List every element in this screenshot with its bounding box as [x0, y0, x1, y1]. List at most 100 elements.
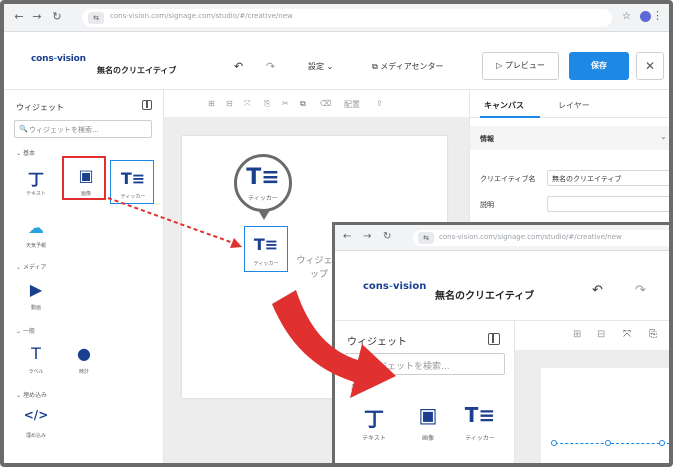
paste-icon[interactable]: ⧉: [300, 99, 306, 109]
section-general[interactable]: ⌄ 一般: [16, 326, 35, 335]
code-icon: </>: [23, 408, 49, 422]
widget-weather[interactable]: ☁ 天気予報: [14, 210, 58, 254]
tab-layer[interactable]: レイヤー: [558, 100, 590, 111]
export-icon[interactable]: ⇪: [376, 99, 383, 108]
widget-video[interactable]: ▶ 動画: [14, 272, 58, 316]
undo-icon[interactable]: ↶: [592, 283, 603, 298]
ticker-widget-icon: T≡: [464, 403, 496, 427]
creative-title[interactable]: 無名のクリエイティブ: [97, 65, 176, 76]
inset-widget-panel-title: ウィジェット: [347, 337, 407, 348]
distribute-icon[interactable]: ⊟: [226, 99, 233, 108]
arrange-button[interactable]: 配置: [344, 99, 360, 110]
creative-name-label: クリエイティブ名: [480, 175, 536, 183]
zoomed-inset: ← → ↻ ⇆ cons-vision.com/signage.com/stud…: [332, 222, 669, 463]
resize-handle[interactable]: [659, 440, 665, 446]
video-widget-icon: ▶: [29, 280, 43, 299]
inset-design-canvas[interactable]: [541, 368, 669, 463]
fit-icon[interactable]: ⤧: [244, 99, 250, 109]
widget-panel: ウィジェット 🔍 ウィジェットを検索... ⌄ 基本 丁 テキスト ▣ 画像 T…: [4, 90, 164, 463]
tab-canvas[interactable]: キャンバス: [484, 100, 524, 111]
browser-toolbar: ← → ↻ ⇆ cons-vision.com/signage.com/stud…: [4, 4, 669, 32]
distribute-icon[interactable]: ⊟: [597, 329, 605, 340]
site-info-icon[interactable]: ⇆: [418, 232, 434, 244]
ticker-widget-icon: T≡: [253, 235, 279, 254]
media-icon: ⧉: [372, 62, 378, 71]
dropped-ticker-widget[interactable]: T≡ ティッカー: [244, 226, 288, 272]
canvas-toolbar: ⊞ ⊟ ⤧ ⎘ ✂ ⧉ ⌫ 配置 ⇪: [164, 90, 469, 118]
reload-icon[interactable]: ↻: [50, 10, 64, 23]
collapse-panel-icon[interactable]: [142, 100, 152, 110]
close-icon: ✕: [644, 59, 656, 73]
back-icon[interactable]: ←: [343, 231, 351, 242]
forward-icon[interactable]: →: [363, 231, 371, 242]
cut-icon[interactable]: ✂: [282, 99, 289, 108]
search-icon: 🔍: [19, 125, 28, 133]
widget-ticker[interactable]: T≡ ティッカー: [110, 160, 154, 204]
description-label: 説明: [480, 201, 494, 209]
creative-name-input[interactable]: 無名のクリエイティブ: [547, 170, 669, 186]
section-embed[interactable]: ⌄ 埋め込み: [16, 390, 47, 399]
image-widget-icon: ▣: [78, 166, 94, 185]
widget-panel-title: ウィジェット: [16, 103, 64, 112]
fit-icon[interactable]: ⤧: [623, 329, 631, 340]
reload-icon[interactable]: ↻: [383, 231, 391, 242]
active-tab-indicator: [480, 116, 540, 118]
inset-address-bar[interactable]: ⇆ cons-vision.com/signage.com/studio/#/c…: [413, 230, 669, 246]
profile-avatar[interactable]: [640, 11, 651, 22]
widget-text[interactable]: 丁 テキスト: [14, 158, 58, 202]
redo-icon[interactable]: ↷: [266, 60, 275, 73]
widget-label[interactable]: T ラベル: [14, 336, 58, 380]
copy-icon[interactable]: ⎘: [649, 329, 657, 340]
widget-search-input[interactable]: 🔍 ウィジェットを検索...: [14, 120, 152, 138]
inset-section-basic[interactable]: 基本: [351, 383, 365, 393]
inset-widget-search-input[interactable]: ウィジェットを検索...: [345, 353, 505, 375]
info-section-header[interactable]: 情報 ⌄: [470, 126, 669, 150]
preview-button[interactable]: ▷ プレビュー: [482, 52, 559, 80]
back-icon[interactable]: ←: [12, 10, 26, 23]
widget-image[interactable]: ▣ 画像: [62, 156, 106, 200]
text-widget-icon: 丁: [364, 407, 384, 431]
cons-vision-logo[interactable]: cons-vision: [31, 54, 86, 64]
resize-handle[interactable]: [605, 440, 611, 446]
widget-embed[interactable]: </> 埋め込み: [14, 400, 58, 444]
text-widget-icon: 丁: [27, 170, 44, 189]
media-center-button[interactable]: ⧉ メディアセンター: [372, 61, 444, 72]
site-info-icon[interactable]: ⇆: [88, 12, 104, 24]
browser-menu-icon[interactable]: ⋮: [652, 9, 663, 22]
callout-pointer: [258, 210, 270, 220]
inset-canvas-area: [515, 350, 669, 463]
properties-tabs: キャンバス レイヤー: [470, 90, 669, 118]
ticker-widget-icon: T≡: [246, 165, 280, 190]
inset-creative-title[interactable]: 無名のクリエイティブ: [435, 287, 534, 302]
undo-icon[interactable]: ↶: [234, 60, 243, 73]
inset-browser-toolbar: ← → ↻ ⇆ cons-vision.com/signage.com/stud…: [335, 225, 669, 251]
url-text: cons-vision.com/signage.com/studio/#/cre…: [110, 12, 293, 20]
copy-icon[interactable]: ⎘: [264, 99, 270, 109]
align-icon[interactable]: ⊞: [573, 329, 581, 340]
bookmark-star-icon[interactable]: ☆: [622, 11, 631, 22]
settings-dropdown[interactable]: 設定 ⌄: [308, 61, 333, 72]
collapse-panel-icon[interactable]: [488, 333, 500, 345]
redo-icon[interactable]: ↷: [635, 283, 646, 298]
description-input[interactable]: [547, 196, 669, 212]
ticker-callout-bubble: T≡ ティッカー: [234, 154, 292, 212]
cons-vision-logo[interactable]: cons-vision: [363, 281, 426, 292]
section-basic[interactable]: ⌄ 基本: [16, 148, 35, 157]
resize-handle[interactable]: [551, 440, 557, 446]
widget-clock[interactable]: ● 時計: [62, 336, 106, 380]
inset-widget-image[interactable]: ▣ 画像: [403, 397, 453, 453]
forward-icon[interactable]: →: [30, 10, 44, 23]
delete-icon[interactable]: ⌫: [320, 99, 331, 108]
section-media[interactable]: ⌄ メディア: [16, 262, 47, 271]
clock-icon: ●: [77, 344, 91, 363]
weather-icon: ☁: [28, 218, 44, 237]
chevron-down-icon: ⌄: [326, 62, 334, 71]
inset-widget-ticker[interactable]: T≡ ティッカー: [455, 397, 505, 453]
save-button[interactable]: 保存: [569, 52, 629, 80]
align-icon[interactable]: ⊞: [208, 99, 215, 108]
address-bar[interactable]: ⇆ cons-vision.com/signage.com/studio/#/c…: [82, 9, 612, 27]
close-button[interactable]: ✕: [636, 52, 664, 80]
inset-app-header: cons-vision 無名のクリエイティブ ↶ ↷: [335, 251, 669, 321]
inset-widget-text[interactable]: 丁 テキスト: [349, 397, 399, 453]
app-header: cons-vision 無名のクリエイティブ ↶ ↷ 設定 ⌄ ⧉ メディアセン…: [4, 32, 669, 90]
